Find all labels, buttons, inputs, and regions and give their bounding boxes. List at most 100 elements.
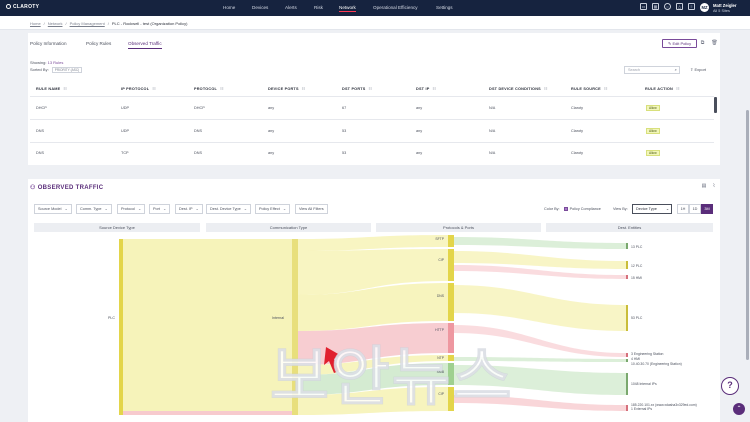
tab-policy-rules[interactable]: Policy Rules xyxy=(86,41,111,48)
flow-internal-sftp xyxy=(298,235,448,251)
cell-rule-name[interactable]: DHCP xyxy=(36,106,47,110)
view-by-label: View By: xyxy=(613,207,628,211)
filter-comm-type[interactable]: Comm. Type ⌄ xyxy=(76,204,112,214)
nav-alerts[interactable]: Alerts xyxy=(285,5,297,10)
column-filter-icon[interactable]: ☷ xyxy=(544,87,548,91)
col-rule-source[interactable]: RULE SOURCE ☷ xyxy=(571,86,607,91)
sort-chip[interactable]: PRIORITY (ASC) xyxy=(51,67,83,73)
help-button[interactable]: ? xyxy=(721,377,739,395)
export-button[interactable]: ⇪ Export xyxy=(690,66,706,74)
time-range-1d[interactable]: 1D xyxy=(689,204,701,214)
column-filter-icon[interactable]: ☷ xyxy=(220,87,224,91)
node-label-sftp: SFTP xyxy=(435,237,444,241)
rule-action-badge: Allow xyxy=(646,128,660,134)
brand-logo[interactable]: CLAROTY xyxy=(6,4,39,10)
nav-settings[interactable]: Settings xyxy=(436,5,453,10)
filter-dest-device-type[interactable]: Dest. Device Type ⌄ xyxy=(206,204,251,214)
scroll-to-top-button[interactable]: ⌃ xyxy=(733,403,745,415)
search-icon: ⌕ xyxy=(674,67,677,72)
edit-policy-button[interactable]: ✎ Edit Policy xyxy=(662,39,698,48)
nav-risk[interactable]: Risk xyxy=(314,5,323,10)
chevron-down-icon: ⌄ xyxy=(665,207,669,211)
nav-network[interactable]: Network xyxy=(339,5,356,12)
col-dst-ports[interactable]: DST PORTS ☷ xyxy=(342,86,372,91)
col-ip-protocol[interactable]: IP PROTOCOL ☷ xyxy=(121,86,156,91)
cell-rule-source: Claroty xyxy=(571,129,584,133)
cell-rule-source: Claroty xyxy=(571,106,584,110)
grid-icon[interactable]: ▦ xyxy=(652,3,659,10)
search-icon[interactable]: ○ xyxy=(664,3,671,10)
cell-rule-name[interactable]: DNS xyxy=(36,129,44,133)
rules-search-input[interactable]: Search ⌕ xyxy=(624,66,680,74)
chevron-down-icon: ⌄ xyxy=(137,207,142,211)
col-dst-ip[interactable]: DST IP ☷ xyxy=(416,86,436,91)
column-filter-icon[interactable]: ☷ xyxy=(676,87,680,91)
user-sites[interactable]: All 5 Sites xyxy=(713,9,730,13)
table-scrollbar[interactable] xyxy=(714,97,717,113)
column-filter-icon[interactable]: ☷ xyxy=(302,87,306,91)
tab-observed-traffic[interactable]: Observed Traffic xyxy=(128,41,162,49)
column-filter-icon[interactable]: ☷ xyxy=(369,87,373,91)
user-name[interactable]: Matt Zeigler xyxy=(713,3,737,8)
node-label-plc: PLC xyxy=(108,316,115,320)
column-filter-icon[interactable]: ☷ xyxy=(152,87,156,91)
trash-icon[interactable]: 🗑 xyxy=(711,40,718,47)
node-external xyxy=(626,405,628,411)
filter-source-model[interactable]: Source Model ⌄ xyxy=(34,204,72,214)
chart-view-icon[interactable]: ⌇ xyxy=(710,183,718,190)
nav-devices[interactable]: Devices xyxy=(252,5,268,10)
filter-dest-ip[interactable]: Dest. IP ⌄ xyxy=(175,204,203,214)
color-by-control[interactable]: Color By: Policy Compliance xyxy=(544,207,601,211)
chevron-down-icon: ⌄ xyxy=(104,207,108,211)
breadcrumb-network[interactable]: Network xyxy=(48,21,63,26)
row-divider xyxy=(30,96,714,97)
copy-icon[interactable]: ⧉ xyxy=(699,40,706,47)
breadcrumb-policy-management[interactable]: Policy Management xyxy=(70,21,105,26)
filter-policy-effect[interactable]: Policy Effect ⌄ xyxy=(255,204,291,214)
sankey-col-communication-type: Communication Type xyxy=(206,223,371,232)
column-filter-icon[interactable]: ☷ xyxy=(63,87,67,91)
chevron-down-icon: ⌄ xyxy=(195,207,199,211)
col-protocol[interactable]: PROTOCOL ☷ xyxy=(194,86,224,91)
nav-home[interactable]: Home xyxy=(223,5,235,10)
column-filter-icon[interactable]: ☷ xyxy=(432,87,436,91)
cell-dst-ports: 53 xyxy=(342,129,347,133)
cell-dst-device-conditions: N/A xyxy=(489,129,496,133)
breadcrumb-separator: / xyxy=(43,21,45,26)
node-label-dns: DNS xyxy=(437,294,445,298)
cell-protocol: DNS xyxy=(194,129,203,133)
view-all-filters-button[interactable]: View All Filters xyxy=(295,204,328,214)
col-rule-action[interactable]: RULE ACTION ☷ xyxy=(645,86,680,91)
nav-operational-efficiency[interactable]: Operational Efficiency xyxy=(373,5,418,10)
cell-ip-protocol: TCP xyxy=(121,151,129,155)
node-dns xyxy=(448,283,454,321)
row-divider xyxy=(30,142,714,143)
breadcrumb-home[interactable]: Home xyxy=(30,21,41,26)
time-range-1h[interactable]: 1H xyxy=(677,204,689,214)
col-rule-name[interactable]: RULE NAME ☷ xyxy=(36,86,67,91)
breadcrumb-current: PLC - Rockwell - test (Organization Poli… xyxy=(111,21,188,26)
column-filter-icon[interactable]: ☷ xyxy=(604,87,608,91)
filter-port[interactable]: Port ⌄ xyxy=(149,204,171,214)
view-by-select[interactable]: Device Type ⌄ xyxy=(632,204,672,214)
cell-device-ports: any xyxy=(268,151,275,155)
bell-icon[interactable]: △ xyxy=(676,3,683,10)
col-dst-device-conditions[interactable]: DST DEVICE CONDITIONS ☷ xyxy=(489,86,548,91)
time-range-3m[interactable]: 3M xyxy=(701,204,713,214)
page-scrollbar[interactable] xyxy=(746,110,749,360)
col-device-ports[interactable]: DEVICE PORTS ☷ xyxy=(268,86,305,91)
filter-icon[interactable]: ≡ xyxy=(688,3,695,10)
user-avatar[interactable]: MZ xyxy=(700,3,709,12)
terminal-icon[interactable]: ▭ xyxy=(640,3,647,10)
node-label-eng-ip: 10.40.30.70 (Engineering Station) xyxy=(631,362,682,366)
table-view-icon[interactable]: ▤ xyxy=(700,183,708,190)
node-label-12plc: 12 PLC xyxy=(631,264,643,268)
cell-rule-name[interactable]: DNS xyxy=(36,151,44,155)
cell-ip-protocol: UDP xyxy=(121,129,130,133)
sankey-col-dest-entities: Dest. Entities xyxy=(546,223,713,232)
node-label-4hmi: 4 HMI xyxy=(631,357,640,361)
rule-action-badge: Allow xyxy=(646,105,660,111)
filter-protocol[interactable]: Protocol ⌄ xyxy=(117,204,146,214)
tab-policy-information[interactable]: Policy Information xyxy=(30,41,67,48)
observed-traffic-title: ⚇ OBSERVED TRAFFIC xyxy=(30,185,104,191)
